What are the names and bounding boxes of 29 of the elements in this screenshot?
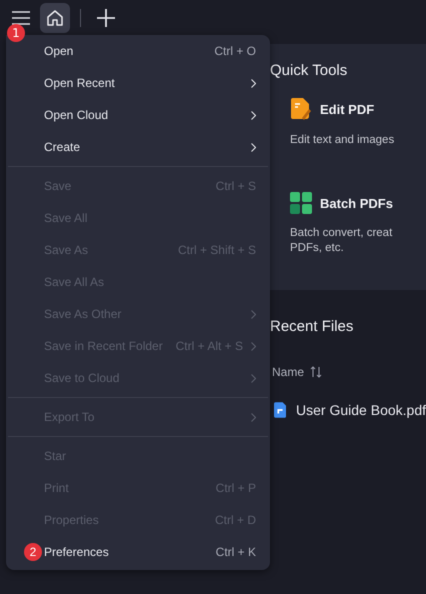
chevron-right-icon	[251, 110, 256, 120]
tool-description: Batch convert, creat PDFs, etc.	[290, 226, 394, 256]
file-icon	[274, 401, 286, 419]
chevron-right-icon	[251, 342, 256, 350]
grid-icon	[290, 192, 312, 214]
menu-item[interactable]: Open Cloud	[6, 99, 270, 131]
tool-name[interactable]: Edit PDF	[320, 102, 374, 116]
step-badge: 2	[24, 543, 42, 561]
column-header[interactable]: Name	[272, 365, 304, 379]
chevron-right-icon	[251, 374, 256, 382]
document-pen-icon	[290, 97, 312, 121]
chevron-right-icon	[251, 142, 256, 152]
menu-item[interactable]: Open Recent	[6, 67, 270, 99]
chevron-right-icon	[251, 412, 256, 422]
tool-name[interactable]: Batch PDFs	[320, 196, 393, 210]
section-title: Recent Files	[270, 318, 354, 335]
tool-description: Edit text and images	[290, 133, 396, 148]
home-tab[interactable]	[40, 3, 70, 33]
step-badge: 1	[7, 24, 25, 42]
plus-icon	[97, 9, 115, 27]
file-name[interactable]: User Guide Book.pdf	[296, 402, 426, 418]
chevron-right-icon	[251, 78, 256, 88]
menu-icon	[12, 11, 30, 25]
sort-icon[interactable]	[310, 366, 322, 378]
section-title: Quick Tools	[270, 62, 348, 79]
chevron-right-icon	[251, 310, 256, 318]
menu-item[interactable]: Create	[6, 131, 270, 163]
menu-item[interactable]: 2 Preferences Ctrl + K	[6, 536, 270, 568]
home-icon	[46, 9, 64, 27]
